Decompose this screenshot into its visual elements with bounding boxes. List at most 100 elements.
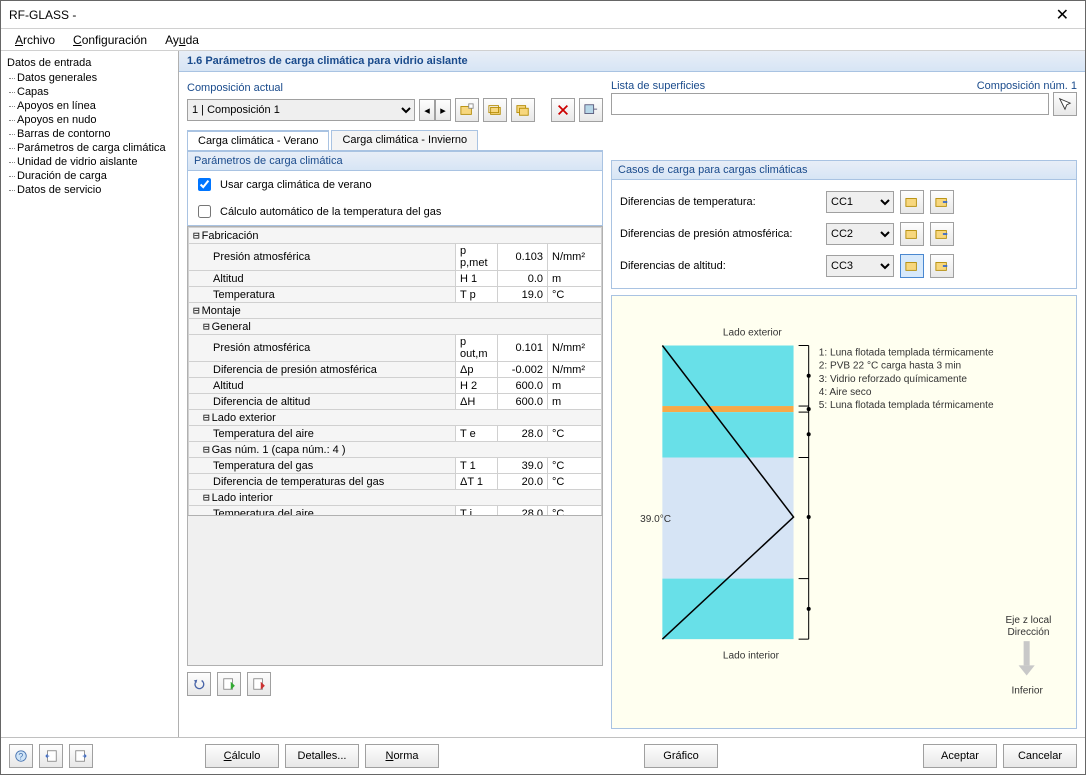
lc-pressdiff-select[interactable]: CC2 xyxy=(826,223,894,245)
new-folder-icon[interactable] xyxy=(900,254,924,278)
new-folder-icon[interactable] xyxy=(900,222,924,246)
group-fab[interactable]: Fabricación xyxy=(202,230,259,242)
left-column: Composición actual 1 | Composición 1 ◂ ▸ xyxy=(187,80,603,729)
prev-button[interactable]: ◂ xyxy=(419,99,435,121)
tree-item[interactable]: Datos generales xyxy=(3,71,176,85)
param-table-wrap: ⊟Fabricación Presión atmosféricap p,met0… xyxy=(187,226,603,516)
main-body: Composición actual 1 | Composición 1 ◂ ▸ xyxy=(179,72,1085,737)
loadcases-header: Casos de carga para cargas climáticas xyxy=(611,160,1077,180)
menu-help[interactable]: Ayuda xyxy=(157,31,207,49)
titlebar: RF-GLASS - ✕ xyxy=(1,1,1085,29)
export-right-icon[interactable] xyxy=(69,744,93,768)
group-inside[interactable]: Lado interior xyxy=(212,492,273,504)
lc-altdiff-label: Diferencias de altitud: xyxy=(620,260,820,272)
tree-item[interactable]: Duración de carga xyxy=(3,169,176,183)
diagram-bottom-label: Lado interior xyxy=(723,650,780,661)
lc-tempdiff-select[interactable]: CC1 xyxy=(826,191,894,213)
svg-text:4: Aire seco: 4: Aire seco xyxy=(819,387,872,398)
lc-pressdiff-label: Diferencias de presión atmosférica: xyxy=(620,228,820,240)
lc-altdiff-row: Diferencias de altitud: CC3 xyxy=(620,250,1068,282)
folder-stack-icon[interactable] xyxy=(511,98,535,122)
new-folder-icon[interactable] xyxy=(455,98,479,122)
tree-item[interactable]: Datos de servicio xyxy=(3,183,176,197)
composition-select[interactable]: 1 | Composición 1 xyxy=(187,99,415,121)
svg-text:5: Luna flotada templada térmi: 5: Luna flotada templada térmicamente xyxy=(819,400,994,411)
tab-summer[interactable]: Carga climática - Verano xyxy=(187,130,329,150)
lc-pressdiff-row: Diferencias de presión atmosférica: CC2 xyxy=(620,218,1068,250)
graph-button[interactable]: Gráfico xyxy=(644,744,718,768)
svg-text:1: Luna flotada templada térmi: 1: Luna flotada templada térmicamente xyxy=(819,348,994,359)
menu-file[interactable]: AArchivorchivo xyxy=(7,31,63,49)
delete-icon[interactable] xyxy=(551,98,575,122)
arrow-buttons: ◂ ▸ xyxy=(419,99,451,121)
auto-calc-checkbox[interactable] xyxy=(198,205,211,218)
auto-calc-label: Cálculo automático de la temperatura del… xyxy=(220,206,441,218)
surfaces-input[interactable] xyxy=(611,93,1049,115)
next-button[interactable]: ▸ xyxy=(435,99,451,121)
tab-winter[interactable]: Carga climática - Invierno xyxy=(331,130,478,150)
group-general[interactable]: General xyxy=(212,321,251,333)
export-green-icon[interactable] xyxy=(217,672,241,696)
app-window: RF-GLASS - ✕ AArchivorchivo Configuració… xyxy=(0,0,1086,775)
undo-icon[interactable] xyxy=(187,672,211,696)
tree-item[interactable]: Apoyos en nudo xyxy=(3,113,176,127)
tree-item[interactable]: Barras de contorno xyxy=(3,127,176,141)
svg-text:?: ? xyxy=(18,752,23,762)
use-summer-label: Usar carga climática de verano xyxy=(220,179,372,191)
right-column: Lista de superficies Composición núm. 1 … xyxy=(611,80,1077,729)
calc-button[interactable]: Cálculo xyxy=(205,744,279,768)
content: Datos de entrada Datos generales Capas A… xyxy=(1,51,1085,737)
param-table: ⊟Fabricación Presión atmosféricap p,met0… xyxy=(188,227,602,516)
folder-arrow-icon[interactable] xyxy=(930,190,954,214)
use-summer-row: Usar carga climática de verano xyxy=(188,171,602,198)
cancel-button[interactable]: Cancelar xyxy=(1003,744,1077,768)
composition-row: 1 | Composición 1 ◂ ▸ xyxy=(187,98,603,122)
group-gas1[interactable]: Gas núm. 1 (capa núm.: 4 ) xyxy=(212,444,346,456)
lc-tempdiff-row: Diferencias de temperatura: CC1 xyxy=(620,186,1068,218)
help-icon[interactable]: ? xyxy=(9,744,33,768)
composition-label: Composición actual xyxy=(187,80,603,98)
lc-tempdiff-label: Diferencias de temperatura: xyxy=(620,196,820,208)
group-mount[interactable]: Montaje xyxy=(202,305,241,317)
window-title: RF-GLASS - xyxy=(9,8,1048,22)
settings-icon[interactable] xyxy=(579,98,603,122)
norm-button[interactable]: Norma xyxy=(365,744,439,768)
sidebar: Datos de entrada Datos generales Capas A… xyxy=(1,51,179,737)
folder-copy-icon[interactable] xyxy=(483,98,507,122)
surfaces-header-row: Lista de superficies Composición núm. 1 xyxy=(611,80,1077,92)
menu-config[interactable]: Configuración xyxy=(65,31,155,49)
tree-item[interactable]: Apoyos en línea xyxy=(3,99,176,113)
svg-text:Inferior: Inferior xyxy=(1012,686,1044,697)
folder-arrow-icon[interactable] xyxy=(930,254,954,278)
lc-altdiff-select[interactable]: CC3 xyxy=(826,255,894,277)
new-folder-icon[interactable] xyxy=(900,190,924,214)
main: 1.6 Parámetros de carga climática para v… xyxy=(179,51,1085,737)
diagram-svg: Lado exterior 39.0°C Lado interior xyxy=(622,306,1066,718)
diagram-temp: 39.0°C xyxy=(640,514,671,525)
footer: ? Cálculo Detalles... Norma Gráfico Acep… xyxy=(1,737,1085,774)
param-empty-area xyxy=(187,516,603,666)
group-outside[interactable]: Lado exterior xyxy=(212,412,276,424)
export-red-icon[interactable] xyxy=(247,672,271,696)
page-title: 1.6 Parámetros de carga climática para v… xyxy=(179,51,1085,72)
close-icon[interactable]: ✕ xyxy=(1048,5,1077,25)
menubar: AArchivorchivo Configuración Ayuda xyxy=(1,29,1085,51)
use-summer-checkbox[interactable] xyxy=(198,178,211,191)
auto-calc-row: Cálculo automático de la temperatura del… xyxy=(188,198,602,225)
tree-item[interactable]: Capas xyxy=(3,85,176,99)
param-panel-header: Parámetros de carga climática xyxy=(187,151,603,171)
toolbar-low xyxy=(187,672,603,696)
svg-text:Dirección: Dirección xyxy=(1007,627,1049,638)
details-button[interactable]: Detalles... xyxy=(285,744,359,768)
tree-item[interactable]: Unidad de vidrio aislante xyxy=(3,155,176,169)
ok-button[interactable]: Aceptar xyxy=(923,744,997,768)
pick-surface-icon[interactable] xyxy=(1053,92,1077,116)
folder-arrow-icon[interactable] xyxy=(930,222,954,246)
svg-text:2: PVB 22 °C carga hasta 3 min: 2: PVB 22 °C carga hasta 3 min xyxy=(819,361,961,372)
svg-text:3: Vidrio reforzado químicamen: 3: Vidrio reforzado químicamente xyxy=(819,374,968,385)
export-left-icon[interactable] xyxy=(39,744,63,768)
tree-item[interactable]: Parámetros de carga climática xyxy=(3,141,176,155)
tree-root[interactable]: Datos de entrada xyxy=(3,55,176,71)
composition-number: Composición núm. 1 xyxy=(977,80,1077,92)
svg-text:Eje z local: Eje z local xyxy=(1005,615,1051,626)
